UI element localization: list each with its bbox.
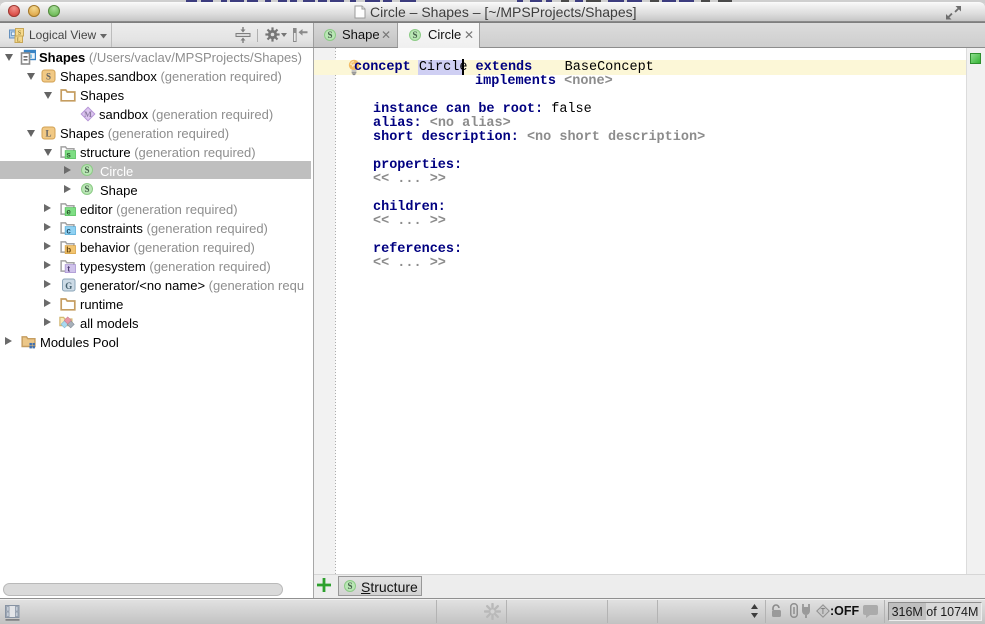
svg-text:M: M [84, 109, 92, 119]
svg-text:S: S [46, 72, 51, 82]
svg-text:T: T [821, 607, 826, 616]
svg-text:L: L [17, 38, 21, 43]
svg-text:t: t [67, 264, 70, 273]
svg-text:b: b [66, 245, 71, 254]
svg-text:L: L [45, 129, 51, 139]
svg-text:s: s [66, 150, 71, 159]
svg-text:G: G [65, 281, 72, 291]
svg-text:e: e [66, 207, 71, 216]
svg-text:c: c [66, 226, 71, 235]
